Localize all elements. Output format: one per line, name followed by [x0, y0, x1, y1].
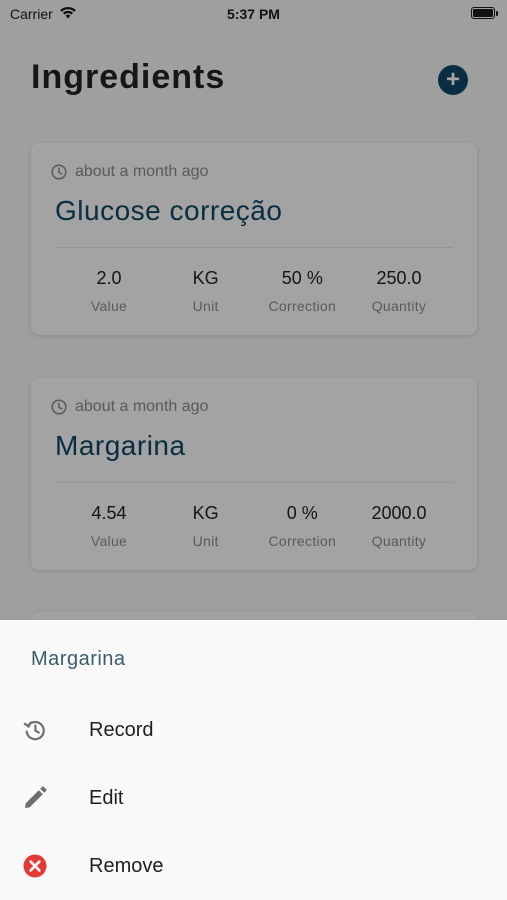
remove-action[interactable]: Remove — [0, 834, 507, 898]
edit-label: Edit — [89, 786, 124, 809]
edit-action[interactable]: Edit — [0, 766, 507, 830]
pencil-icon — [22, 785, 48, 811]
record-action[interactable]: Record — [0, 698, 507, 762]
remove-circle-icon — [22, 853, 48, 879]
screen: Carrier 5:37 PM Ingredients + about a mo… — [0, 0, 507, 900]
remove-label: Remove — [89, 854, 164, 877]
action-sheet: Margarina Record Edit Remove — [0, 620, 507, 900]
history-icon — [22, 717, 48, 743]
record-label: Record — [89, 718, 154, 741]
sheet-title: Margarina — [31, 648, 126, 670]
